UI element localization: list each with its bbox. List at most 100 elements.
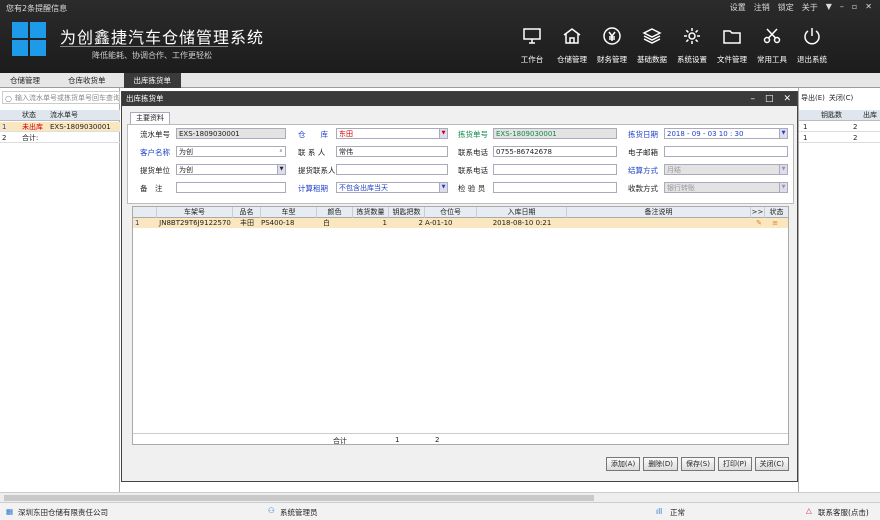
tab-main-info[interactable]: 主要资料 [130,112,170,124]
scrollbar-thumb[interactable] [4,495,594,501]
inspector-field[interactable] [493,182,617,193]
minimize-icon[interactable]: – [750,92,755,106]
horizontal-scrollbar[interactable] [0,492,880,502]
close-icon[interactable]: ✕ [865,2,872,13]
print-button[interactable]: 打印(P) [717,457,752,471]
toolbar-warehouse[interactable]: 仓储管理 [552,26,592,65]
tab-picking-order[interactable]: 出库拣货单 [123,73,181,88]
main-toolbar: 工作台 仓储管理 财务管理 基础数据 系统设置 文件管理 常用工具 退出系统 [512,26,832,65]
chevron-down-icon[interactable]: ▼ [779,183,787,192]
close-icon[interactable]: ✕ [783,92,791,106]
app-title: 为创鑫捷汽车仓储管理系统 [60,28,265,47]
pick-contact-field[interactable] [336,164,448,175]
signal-icon: ıll [656,507,663,516]
toolbar-tools[interactable]: 常用工具 [752,26,792,65]
remark-field[interactable] [176,182,286,193]
col-name[interactable]: 品名 [233,207,261,218]
company-name: 深圳东田仓储有限责任公司 [18,508,108,517]
search-input[interactable]: ○ 输入流水单号或拣货单号回车查询 [2,91,120,104]
col-keys[interactable]: 钥匙把数 [389,207,425,218]
tab-warehouse-mgmt[interactable]: 仓储管理 [0,73,50,88]
toolbar-basedata[interactable]: 基础数据 [632,26,672,65]
layers-icon [642,28,662,44]
add-button[interactable]: 添加(A) [605,457,641,471]
order-list-panel [0,88,120,492]
dropdown-icon[interactable]: ▼ [826,2,832,13]
calendar-dropdown-icon[interactable]: ▼ [779,129,787,138]
serial-field[interactable]: EXS-1809030001 [176,128,286,139]
yuan-icon [603,27,621,45]
right-table-row: 1 2 [799,122,880,132]
minimize-icon[interactable]: – [840,2,844,13]
search-icon: ○ [5,94,12,103]
customer-field[interactable]: 为创 ⌕ [176,146,286,157]
toolbar-files[interactable]: 文件管理 [712,26,752,65]
table-row[interactable]: 1 JN8BT29T6J9122570 丰田 PS400-18 白 1 2 A-… [133,218,788,228]
list-col-serial[interactable]: 流水单号 [50,110,120,120]
pick-phone-field[interactable] [493,164,617,175]
email-field[interactable] [664,146,788,157]
tab-receiving-order[interactable]: 仓库收货单 [58,73,116,88]
contact-support-link[interactable]: 联系客服(点击) [818,507,869,518]
search-icon[interactable]: ⌕ [277,147,285,156]
list-row[interactable]: 1 未出库 EXS-1809030001 [0,122,120,132]
col-model[interactable]: 车型 [261,207,317,218]
col-note[interactable]: 备注说明 [567,207,751,218]
support-icon: △ [806,506,812,515]
export-button[interactable]: 导出(E) [801,93,825,103]
payment-select[interactable]: 银行转账 ▼ [664,182,788,193]
col-expand-button[interactable]: >> [751,207,765,218]
warehouse-select[interactable]: 东田 ▼ [336,128,448,139]
toolbar-finance[interactable]: 财务管理 [592,26,632,65]
chevron-down-icon[interactable]: ▼ [439,183,447,192]
col-vin[interactable]: 车架号 [157,207,233,218]
monitor-icon [523,28,541,44]
about-link[interactable]: 关于 [802,2,818,13]
col-date[interactable]: 入库日期 [477,207,567,218]
toolbar-settings[interactable]: 系统设置 [672,26,712,65]
close-button[interactable]: 关闭(C) [754,457,789,471]
dialog-controls: – □ ✕ [750,92,791,106]
lock-link[interactable]: 锁定 [778,2,794,13]
logout-link[interactable]: 注销 [754,2,770,13]
toolbar-workbench[interactable]: 工作台 [512,26,552,65]
toolbar-exit[interactable]: 退出系统 [792,26,832,65]
picking-order-dialog: 出库拣货单 – □ ✕ 主要资料 流水单号 EXS-1809030001 仓 库… [121,91,798,482]
col-status[interactable]: 状态 [765,207,788,218]
close-panel-button[interactable]: 关闭(C) [829,93,853,103]
settings-link[interactable]: 设置 [730,2,746,13]
module-tabbar: 仓储管理 仓库收货单 出库拣货单 [0,73,880,88]
right-table-header: 钥匙数 出库 [799,110,880,121]
app-slogan: 降低能耗、协调合作、工作更轻松 [92,51,212,60]
edit-icon[interactable]: ✎ [753,218,765,228]
col-color[interactable]: 颜色 [317,207,353,218]
status-bar: ▦ 深圳东田仓储有限责任公司 ⚇ 系统管理员 ıll 正常 △ 联系客服(点击) [0,502,880,520]
windows-logo-icon [12,22,46,56]
settlement-select[interactable]: 月结 ▼ [664,164,788,175]
rent-period-select[interactable]: 不包含出库当天 ▼ [336,182,448,193]
reminder-notice[interactable]: 您有2条提醒信息 [6,3,67,14]
chevron-down-icon[interactable]: ▼ [277,165,285,174]
list-header: 状态 流水单号 [0,110,120,121]
building-icon: ▦ [6,507,14,516]
user-icon: ⚇ [268,506,275,515]
pick-date-field[interactable]: 2018 - 09 - 03 10 : 30 ▼ [664,128,788,139]
col-location[interactable]: 仓位号 [425,207,477,218]
pick-number-field[interactable]: EXS-1809030001 [493,128,617,139]
list-col-status[interactable]: 状态 [22,110,50,120]
dialog-title: 出库拣货单 [122,92,797,106]
delete-button[interactable]: 删除(D) [643,457,679,471]
scissors-icon [763,28,781,44]
pick-unit-select[interactable]: 为创 ▼ [176,164,286,175]
col-qty[interactable]: 拣货数量 [353,207,389,218]
contact-field[interactable]: 常伟 [336,146,448,157]
chevron-down-icon[interactable]: ▼ [779,165,787,174]
list-icon[interactable]: ≡ [767,218,783,228]
chevron-down-icon[interactable]: ▼ [439,129,447,138]
save-button[interactable]: 保存(S) [681,457,715,471]
maximize-icon[interactable]: □ [765,92,774,106]
network-status: 正常 [670,508,685,517]
right-table-row: 1 2 [799,133,880,143]
restore-icon[interactable]: ▫ [852,2,857,13]
phone-field[interactable]: 0755-86742678 [493,146,617,157]
